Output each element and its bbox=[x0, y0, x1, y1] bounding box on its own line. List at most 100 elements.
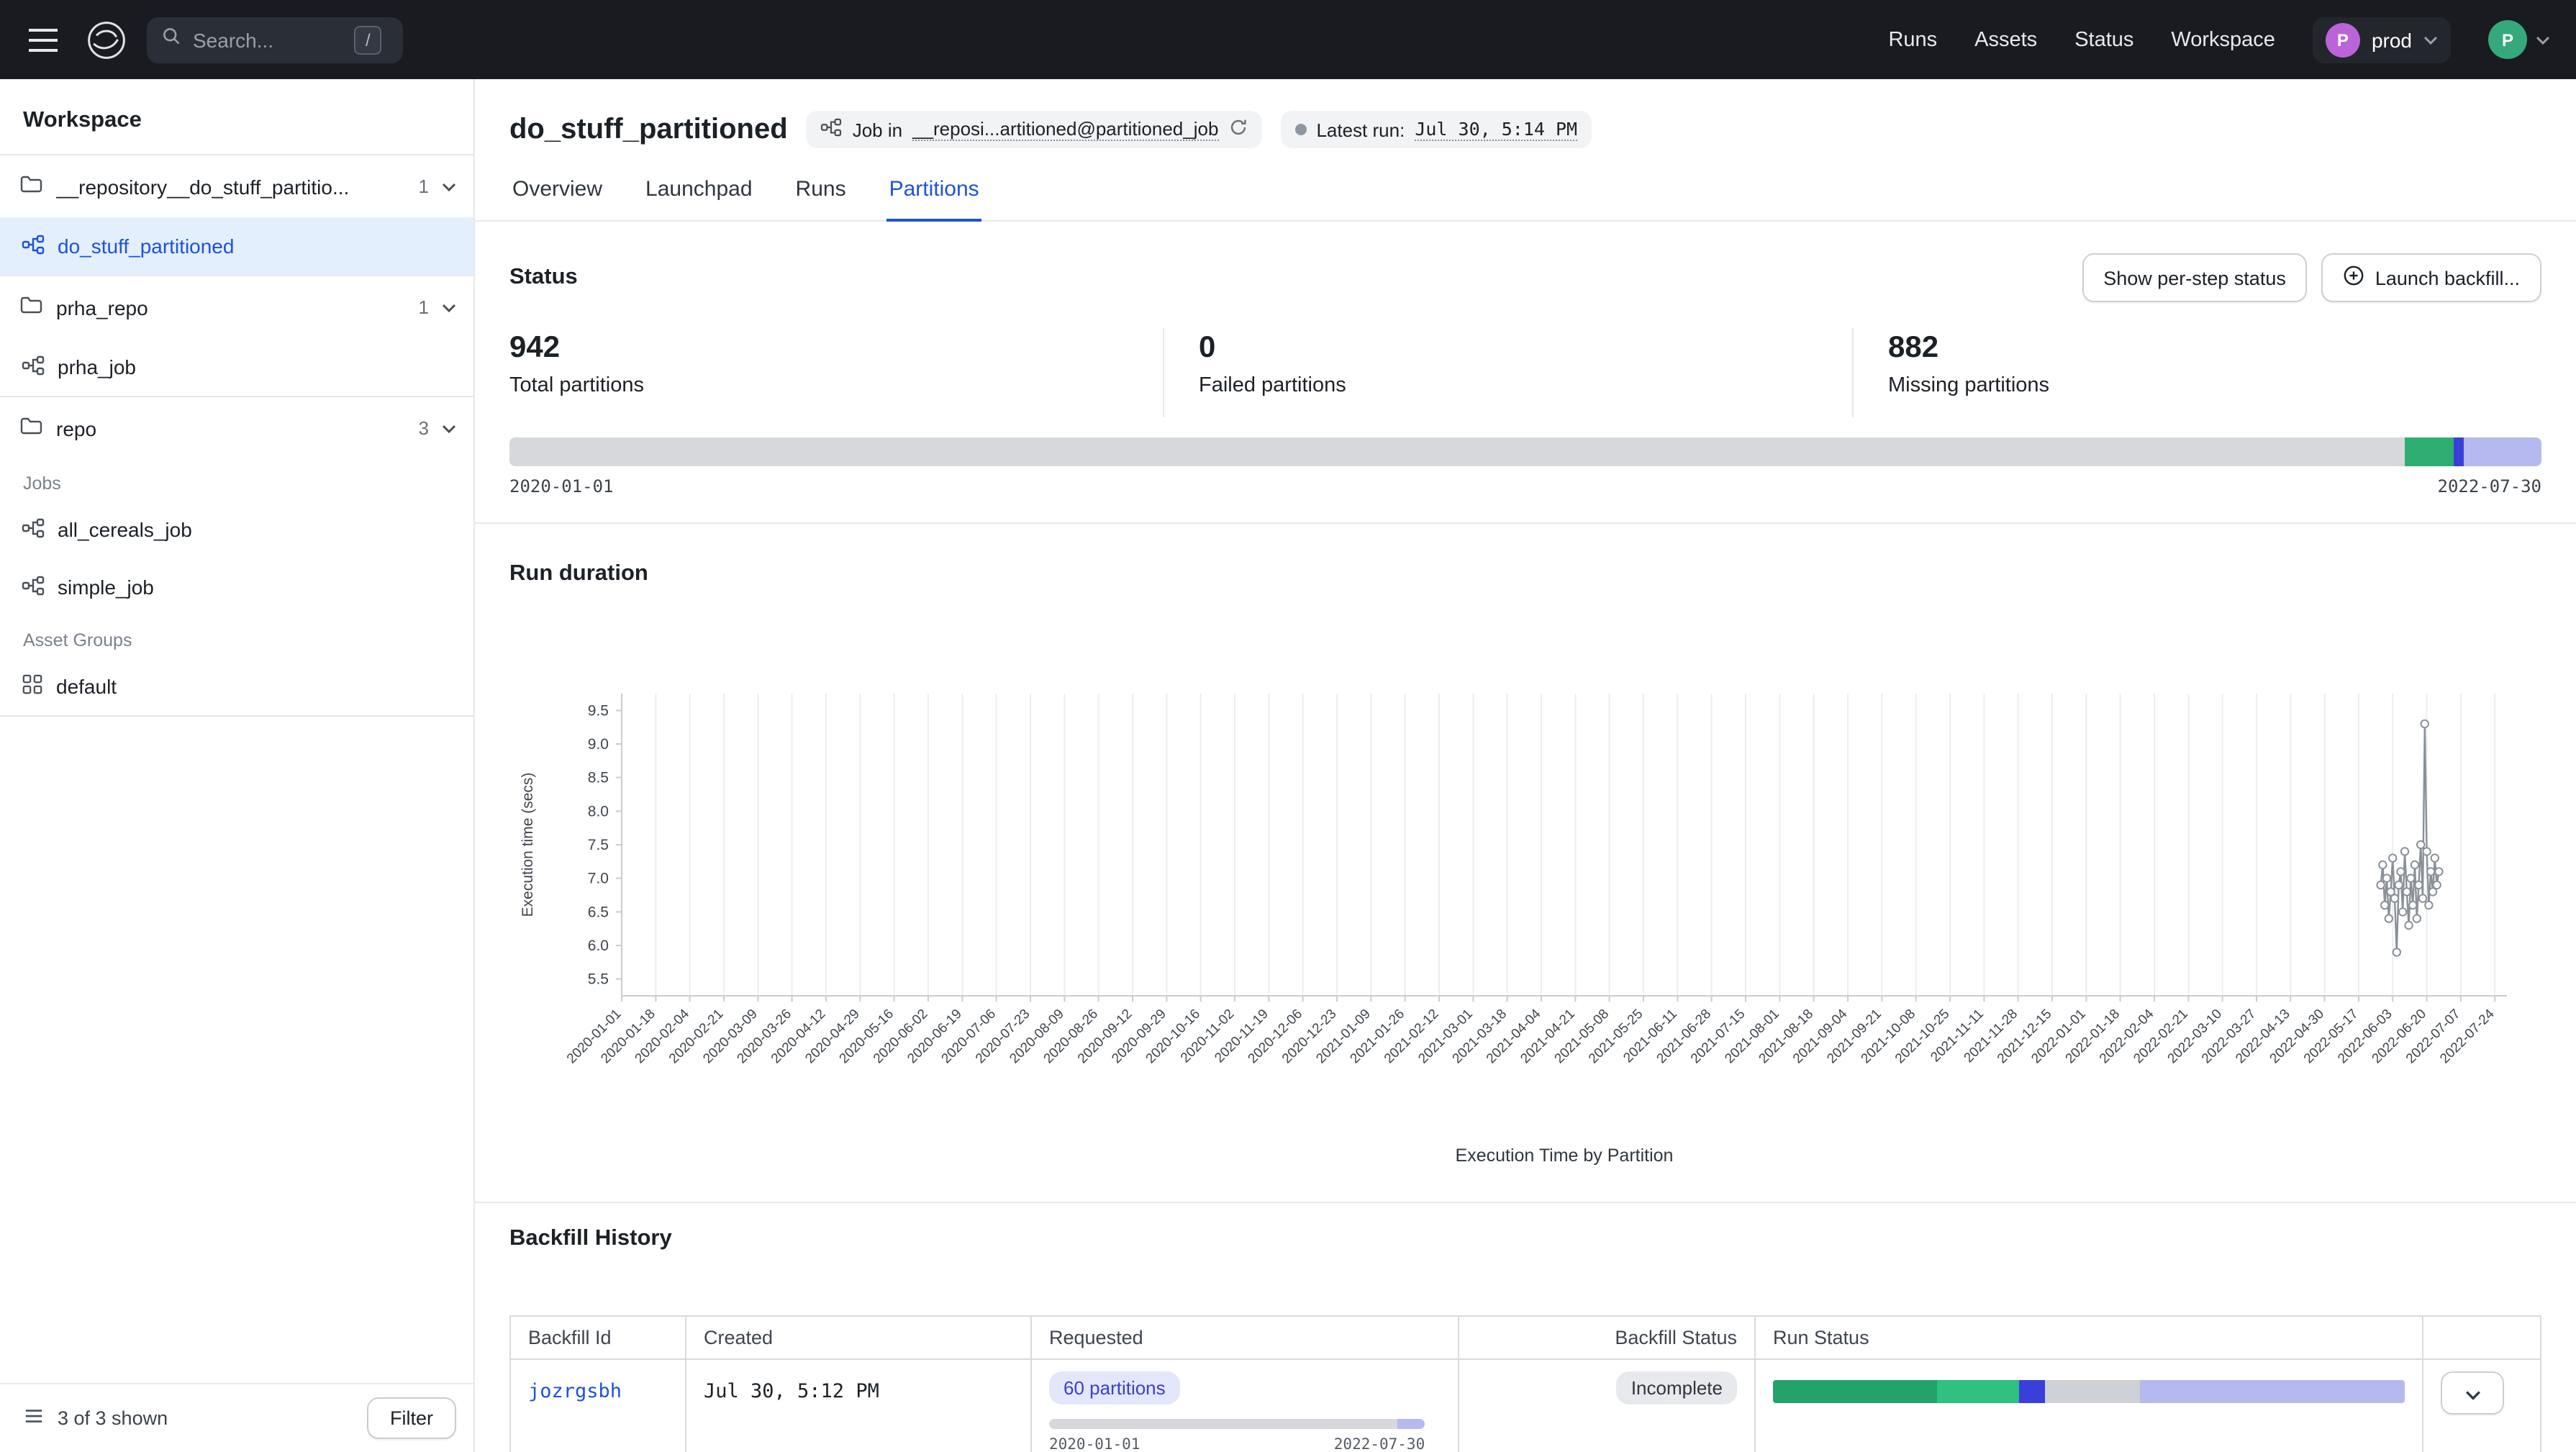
job-origin-link[interactable]: __reposi...artitioned@partitioned_job bbox=[912, 118, 1218, 141]
sidebar-item-all-cereals-job[interactable]: all_cereals_job bbox=[0, 501, 473, 558]
user-avatar: P bbox=[2488, 20, 2527, 59]
sidebar-repo-repo[interactable]: repo 3 bbox=[0, 396, 473, 459]
tab-overview[interactable]: Overview bbox=[509, 177, 605, 222]
nav-link-workspace[interactable]: Workspace bbox=[2171, 28, 2275, 51]
chevron-down-icon bbox=[2464, 1382, 2480, 1404]
status-section: Status Show per-step status Launch backf… bbox=[475, 222, 2576, 496]
partition-range-start: 2020-01-01 bbox=[509, 476, 614, 496]
asset-group-label: default bbox=[56, 675, 117, 698]
requested-partitions-bar bbox=[1049, 1419, 1425, 1429]
folder-icon bbox=[20, 416, 43, 440]
main-content: do_stuff_partitioned Job in __reposi...a… bbox=[475, 79, 2576, 1452]
table-header-row: Backfill Id Created Requested Backfill S… bbox=[510, 1316, 2541, 1359]
stat-failed-partitions: 0 Failed partitions bbox=[1163, 328, 1852, 417]
backfill-history-section: Backfill History Backfill Id Created Req… bbox=[475, 1202, 2576, 1452]
backfill-button-label: Launch backfill... bbox=[2375, 267, 2520, 289]
chevron-down-icon bbox=[442, 424, 456, 432]
page-title: do_stuff_partitioned bbox=[509, 113, 788, 146]
svg-text:5.5: 5.5 bbox=[588, 971, 609, 988]
filter-button[interactable]: Filter bbox=[367, 1397, 456, 1439]
shown-count-text: 3 of 3 shown bbox=[58, 1407, 168, 1429]
requested-range-start: 2020-01-01 bbox=[1049, 1436, 1140, 1452]
search-input[interactable] bbox=[193, 28, 343, 51]
sidebar-item-prha-job[interactable]: prha_job bbox=[0, 338, 473, 396]
backfill-table: Backfill Id Created Requested Backfill S… bbox=[509, 1315, 2541, 1452]
job-label: simple_job bbox=[58, 576, 154, 599]
run-duration-section: Run duration 2020-01-012020-01-182020-02… bbox=[475, 522, 2576, 1190]
repo-label: repo bbox=[56, 417, 96, 440]
tab-partitions[interactable]: Partitions bbox=[886, 177, 982, 222]
refresh-icon[interactable] bbox=[1228, 118, 1247, 141]
expand-row-button[interactable] bbox=[2441, 1371, 2504, 1415]
repo-block: __repository__do_stuff_partitio... 1 do_… bbox=[0, 154, 473, 275]
nav-link-status[interactable]: Status bbox=[2074, 28, 2133, 51]
svg-text:8.0: 8.0 bbox=[588, 803, 609, 820]
stat-value: 882 bbox=[1888, 331, 2541, 366]
requested-bar-dates: 2020-01-01 2022-07-30 bbox=[1049, 1436, 1425, 1452]
column-header-requested: Requested bbox=[1031, 1316, 1459, 1359]
run-status-dot bbox=[1294, 124, 1306, 135]
workspace-sidebar: Workspace __repository__do_stuff_partiti… bbox=[0, 79, 475, 1452]
launch-backfill-button[interactable]: Launch backfill... bbox=[2322, 253, 2541, 302]
repo-label: __repository__do_stuff_partitio... bbox=[56, 175, 349, 198]
backfill-status-badge: Incomplete bbox=[1617, 1371, 1737, 1405]
folder-icon bbox=[20, 295, 43, 319]
app-window: / Runs Assets Status Workspace P prod P bbox=[0, 0, 2576, 1452]
column-header-created: Created bbox=[686, 1316, 1031, 1359]
partition-range-end: 2022-07-30 bbox=[2438, 476, 2542, 496]
chevron-down-icon bbox=[2536, 35, 2550, 44]
run-status-bar[interactable] bbox=[1773, 1380, 2405, 1403]
job-icon bbox=[22, 234, 45, 258]
latest-run-link[interactable]: Jul 30, 5:14 PM bbox=[1415, 118, 1577, 141]
search-icon bbox=[161, 26, 181, 53]
repo-block: prha_repo 1 prha_job bbox=[0, 275, 473, 396]
sidebar-repo-prha[interactable]: prha_repo 1 bbox=[0, 275, 473, 338]
requested-partitions-chip[interactable]: 60 partitions bbox=[1049, 1371, 1180, 1405]
job-origin-prefix: Job in bbox=[853, 119, 902, 140]
tab-runs[interactable]: Runs bbox=[793, 177, 849, 222]
job-icon bbox=[821, 118, 843, 141]
sidebar-item-do-stuff-partitioned[interactable]: do_stuff_partitioned bbox=[0, 217, 473, 275]
dagster-logo[interactable] bbox=[85, 18, 128, 61]
chevron-down-icon bbox=[442, 182, 456, 191]
svg-text:9.0: 9.0 bbox=[588, 736, 609, 753]
column-header-backfill-id: Backfill Id bbox=[510, 1316, 686, 1359]
partition-bar-dates: 2020-01-01 2022-07-30 bbox=[509, 476, 2541, 496]
nav-link-runs[interactable]: Runs bbox=[1888, 28, 1937, 51]
stat-value: 0 bbox=[1199, 331, 1852, 366]
partition-stats: 942 Total partitions 0 Failed partitions… bbox=[509, 328, 2541, 417]
chevron-down-icon bbox=[442, 303, 456, 312]
backfill-id-link[interactable]: jozrgsbh bbox=[528, 1371, 622, 1403]
tab-launchpad[interactable]: Launchpad bbox=[643, 177, 756, 222]
search-shortcut-key: / bbox=[354, 25, 382, 54]
repo-label: prha_repo bbox=[56, 296, 148, 319]
stat-missing-partitions: 882 Missing partitions bbox=[1852, 328, 2541, 417]
job-icon bbox=[22, 517, 45, 542]
chevron-down-icon bbox=[2423, 35, 2438, 44]
job-icon bbox=[22, 355, 45, 379]
repo-count-badge: 1 bbox=[419, 176, 429, 197]
stat-label: Failed partitions bbox=[1199, 374, 1852, 397]
jobs-section-label: Jobs bbox=[0, 459, 473, 501]
search-box[interactable]: / bbox=[147, 17, 403, 63]
sidebar-repo-do-stuff[interactable]: __repository__do_stuff_partitio... 1 bbox=[0, 154, 473, 217]
repo-count-badge: 3 bbox=[419, 417, 429, 439]
stat-label: Total partitions bbox=[509, 374, 1163, 397]
stat-label: Missing partitions bbox=[1888, 374, 2541, 397]
svg-text:9.5: 9.5 bbox=[588, 702, 609, 719]
stat-total-partitions: 942 Total partitions bbox=[509, 328, 1163, 417]
user-menu[interactable]: P bbox=[2488, 20, 2550, 59]
nav-link-assets[interactable]: Assets bbox=[1974, 28, 2037, 51]
job-icon bbox=[22, 575, 45, 599]
sidebar-item-default-asset-group[interactable]: default bbox=[0, 658, 473, 715]
job-label: do_stuff_partitioned bbox=[58, 235, 234, 258]
sidebar-item-simple-job[interactable]: simple_job bbox=[0, 558, 473, 616]
column-header-backfill-status: Backfill Status bbox=[1459, 1316, 1755, 1359]
deployment-switcher[interactable]: P prod bbox=[2313, 17, 2451, 63]
menu-icon[interactable] bbox=[20, 17, 66, 63]
svg-text:Execution time (secs): Execution time (secs) bbox=[520, 773, 536, 917]
partition-status-bar[interactable] bbox=[509, 437, 2541, 466]
job-label: prha_job bbox=[58, 355, 136, 378]
show-per-step-status-button[interactable]: Show per-step status bbox=[2082, 253, 2308, 302]
per-step-button-label: Show per-step status bbox=[2103, 267, 2286, 289]
